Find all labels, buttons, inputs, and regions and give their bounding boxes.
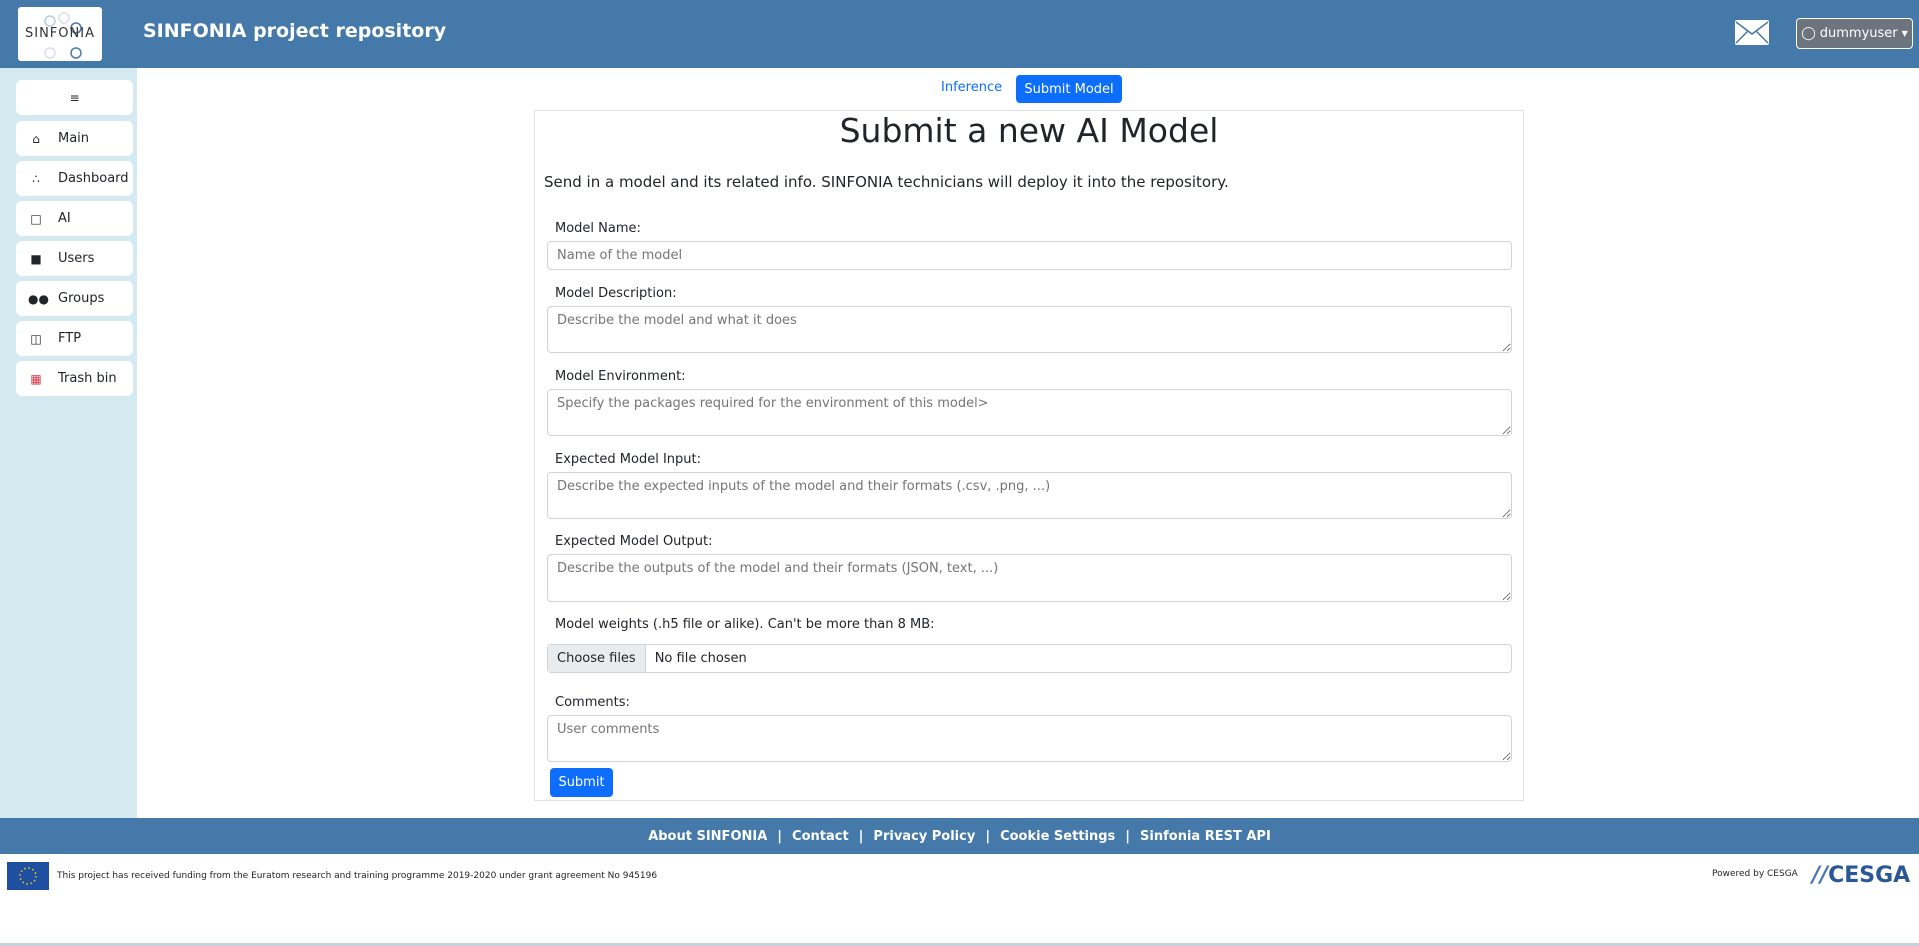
cesga-logo[interactable]: //CESGA: [1812, 863, 1910, 888]
sidebar-item-main[interactable]: ⌂ Main: [16, 121, 133, 156]
sidebar-item-dashboard[interactable]: ∴ Dashboard: [16, 161, 133, 196]
group-icon: ●●: [28, 291, 49, 306]
file-status: No file chosen: [654, 651, 747, 666]
footer-link-about[interactable]: About SINFONIA: [648, 829, 767, 844]
submit-model-form: Submit a new AI Model Send in a model an…: [534, 110, 1524, 801]
model-environment-label: Model Environment:: [555, 369, 686, 384]
submit-button[interactable]: Submit: [550, 768, 613, 797]
eu-flag-icon: [7, 862, 49, 890]
sidebar-item-groups[interactable]: ●● Groups: [16, 281, 133, 316]
model-environment-textarea[interactable]: [547, 389, 1512, 436]
model-input-textarea[interactable]: [547, 472, 1512, 519]
mail-icon[interactable]: [1735, 20, 1769, 45]
funding-notice: This project has received funding from t…: [7, 862, 657, 890]
home-icon: ⌂: [32, 131, 40, 146]
powered-by: Powered by CESGA: [1712, 869, 1798, 879]
intro-text: Send in a model and its related info. SI…: [544, 173, 1229, 191]
sidebar-item-trash-bin[interactable]: ▦ Trash bin: [16, 361, 133, 396]
comments-textarea[interactable]: [547, 715, 1512, 762]
top-bar: SINFONIA SINFONIA project repository ◯ d…: [0, 0, 1919, 68]
comments-label: Comments:: [555, 695, 630, 710]
user-list-icon: ■: [30, 251, 42, 266]
user-menu-button[interactable]: ◯ dummyuser ▼: [1796, 18, 1913, 49]
sidebar-item-ftp[interactable]: ◫ FTP: [16, 321, 133, 356]
model-output-label: Expected Model Output:: [555, 534, 713, 549]
trash-icon: ▦: [30, 371, 42, 386]
choose-files-button[interactable]: Choose files: [548, 645, 646, 672]
database-icon: ◫: [30, 331, 42, 346]
sidebar: ≡ ⌂ Main ∴ Dashboard □ AI ■ Users ●● Groups ◫…: [0, 68, 137, 818]
footer-link-cookies[interactable]: Cookie Settings: [1000, 829, 1115, 844]
tab-bar: Inference Submit Model: [0, 75, 1919, 103]
model-output-textarea[interactable]: [547, 554, 1512, 602]
model-weights-label: Model weights (.h5 file or alike). Can't…: [555, 617, 935, 632]
footer-link-contact[interactable]: Contact: [792, 829, 849, 844]
model-description-label: Model Description:: [555, 286, 677, 301]
sidebar-item-ai[interactable]: □ AI: [16, 201, 133, 236]
model-name-input[interactable]: [547, 241, 1512, 270]
sidebar-item-users[interactable]: ■ Users: [16, 241, 133, 276]
app-title: SINFONIA project repository: [143, 20, 447, 42]
model-weights-file-input[interactable]: Choose files No file chosen: [547, 644, 1512, 673]
sinfonia-logo[interactable]: SINFONIA: [18, 7, 102, 61]
user-icon: ◯: [1801, 26, 1816, 41]
footer-links: About SINFONIA | Contact | Privacy Policy |…: [0, 818, 1919, 854]
footer-link-rest-api[interactable]: Sinfonia REST API: [1140, 829, 1271, 844]
page-title: Submit a new AI Model: [839, 111, 1219, 150]
footer-link-privacy[interactable]: Privacy Policy: [873, 829, 975, 844]
tab-inference[interactable]: Inference: [941, 80, 1002, 95]
tab-submit-model[interactable]: Submit Model: [1016, 75, 1122, 103]
model-name-label: Model Name:: [555, 221, 641, 236]
model-input-label: Expected Model Input:: [555, 452, 701, 467]
file-icon: □: [30, 211, 42, 226]
sitemap-icon: ∴: [32, 171, 40, 186]
model-description-textarea[interactable]: [547, 306, 1512, 353]
caret-down-icon: ▼: [1901, 29, 1908, 38]
